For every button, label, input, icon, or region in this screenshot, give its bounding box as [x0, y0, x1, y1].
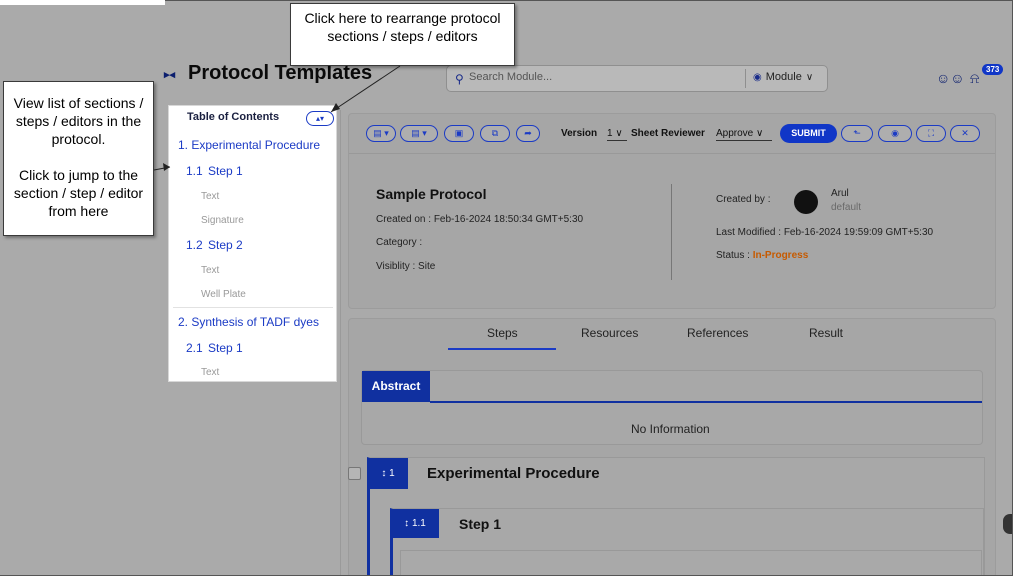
reorder-arrowhead [331, 103, 340, 112]
callout-arrows [153, 65, 401, 171]
reorder-arrow [330, 65, 401, 113]
toc-arrowhead [163, 163, 170, 171]
